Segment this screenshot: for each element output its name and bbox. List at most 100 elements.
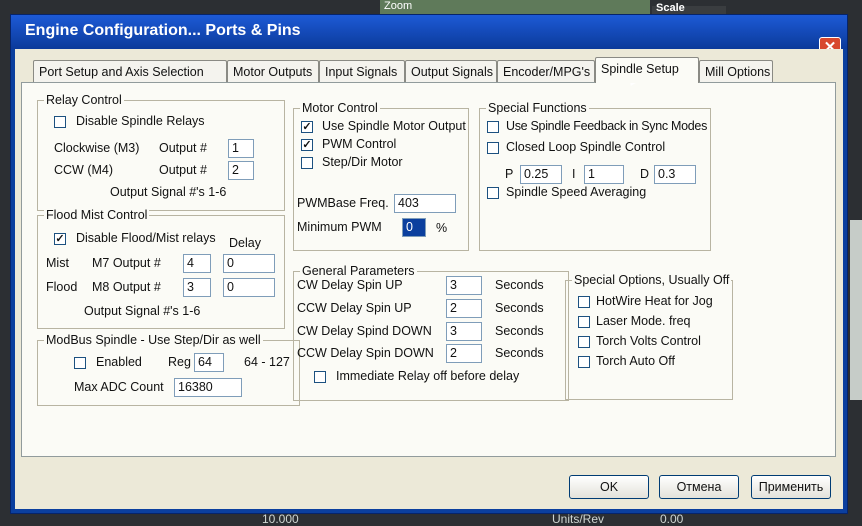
step-dir-label: Step/Dir Motor (322, 155, 403, 169)
modbus-group: ModBus Spindle - Use Step/Dir as well En… (37, 333, 300, 406)
ok-button[interactable]: OK (569, 475, 649, 499)
cw-output-field[interactable]: 1 (228, 139, 254, 158)
d-field[interactable]: 0.3 (654, 165, 696, 184)
closed-loop-label: Closed Loop Spindle Control (506, 140, 666, 154)
background-top-strip (380, 0, 650, 14)
param-label-cw-down: CW Delay Spind DOWN (297, 324, 432, 338)
laser-mode-label: Laser Mode. freq (596, 314, 691, 328)
flood-mist-title: Flood Mist Control (44, 208, 150, 222)
torch-auto-off-checkbox[interactable] (578, 356, 590, 368)
param-field-ccw-up[interactable]: 2 (446, 299, 482, 318)
param-field-ccw-down[interactable]: 2 (446, 344, 482, 363)
disable-flood-mist-checkbox[interactable]: ✓ (54, 233, 66, 245)
background-right-panel (850, 220, 862, 400)
laser-mode-checkbox[interactable] (578, 316, 590, 328)
flood-mist-group: Flood Mist Control ✓ Disable Flood/Mist … (37, 208, 285, 329)
tab-input-signals[interactable]: Input Signals (319, 60, 405, 82)
pwm-base-field[interactable]: 403 (394, 194, 456, 213)
tab-port-setup[interactable]: Port Setup and Axis Selection (33, 60, 227, 82)
param-seconds-ccw-up: Seconds (495, 301, 544, 315)
disable-spindle-relays-checkbox[interactable] (54, 116, 66, 128)
p-label: P (505, 167, 514, 181)
hotwire-checkbox[interactable] (578, 296, 590, 308)
title-bar[interactable]: Engine Configuration... Ports & Pins (11, 15, 847, 49)
hotwire-label: HotWire Heat for Jog (596, 294, 713, 308)
background-zoom-label: Zoom (384, 0, 413, 12)
special-options-group: Special Options, Usually Off HotWire Hea… (565, 273, 733, 400)
special-options-title: Special Options, Usually Off (572, 273, 732, 287)
i-field[interactable]: 1 (584, 165, 624, 184)
param-seconds-cw-up: Seconds (495, 278, 544, 292)
torch-volts-checkbox[interactable] (578, 336, 590, 348)
modbus-enabled-label: Enabled (96, 355, 142, 369)
motor-control-group: Motor Control ✓ Use Spindle Motor Output… (293, 101, 469, 251)
mist-output-field[interactable]: 4 (183, 254, 211, 273)
sync-feedback-checkbox[interactable] (487, 121, 499, 133)
apply-button[interactable]: Применить (751, 475, 831, 499)
background-bottom-value-2: 0.00 (660, 512, 684, 526)
min-pwm-field[interactable]: 0 (402, 218, 426, 237)
torch-volts-label: Torch Volts Control (596, 334, 701, 348)
pwm-base-label: PWMBase Freq. (297, 196, 389, 210)
flood-signals-note: Output Signal #'s 1-6 (84, 304, 201, 318)
mist-label: Mist (46, 256, 69, 270)
d-label: D (640, 167, 650, 181)
relay-signals-note: Output Signal #'s 1-6 (110, 185, 227, 199)
tab-mill-options[interactable]: Mill Options (699, 60, 773, 82)
tab-spindle-setup[interactable]: Spindle Setup (595, 57, 699, 83)
param-label-ccw-down: CCW Delay Spin DOWN (297, 346, 434, 360)
tab-encoder-mpg[interactable]: Encoder/MPG's (497, 60, 595, 82)
window-title: Engine Configuration... Ports & Pins (25, 22, 301, 39)
percent-label: % (436, 221, 448, 235)
i-label: I (572, 167, 576, 181)
immediate-relay-checkbox[interactable] (314, 371, 326, 383)
param-seconds-cw-down: Seconds (495, 324, 544, 338)
flood-label: Flood (46, 280, 78, 294)
step-dir-checkbox[interactable] (301, 157, 313, 169)
motor-control-title: Motor Control (300, 101, 380, 115)
flood-output-field[interactable]: 3 (183, 278, 211, 297)
tab-motor-outputs[interactable]: Motor Outputs (227, 60, 319, 82)
modbus-reg-field[interactable]: 64 (194, 353, 224, 372)
relay-control-title: Relay Control (44, 93, 124, 107)
max-adc-field[interactable]: 16380 (174, 378, 242, 397)
param-label-cw-up: CW Delay Spin UP (297, 278, 403, 292)
closed-loop-checkbox[interactable] (487, 142, 499, 154)
sync-feedback-label: Use Spindle Feedback in Sync Modes (506, 119, 708, 133)
special-functions-group: Special Functions Use Spindle Feedback i… (479, 101, 711, 251)
background-bottom-value-1: 10.000 (262, 512, 299, 526)
pwm-control-checkbox[interactable]: ✓ (301, 139, 313, 151)
param-field-cw-down[interactable]: 3 (446, 322, 482, 341)
use-spindle-output-checkbox[interactable]: ✓ (301, 121, 313, 133)
disable-spindle-relays-label: Disable Spindle Relays (76, 114, 205, 128)
torch-auto-off-label: Torch Auto Off (596, 354, 675, 368)
ccw-output-field[interactable]: 2 (228, 161, 254, 180)
tab-output-signals[interactable]: Output Signals (405, 60, 497, 82)
engine-config-window: Engine Configuration... Ports & Pins ✕ P… (10, 14, 848, 514)
cancel-button[interactable]: Отмена (659, 475, 739, 499)
param-field-cw-up[interactable]: 3 (446, 276, 482, 295)
speed-averaging-checkbox[interactable] (487, 187, 499, 199)
cw-label: Clockwise (M3) (54, 141, 140, 155)
delay-label: Delay (229, 236, 261, 250)
special-functions-title: Special Functions (486, 101, 589, 115)
pwm-control-label: PWM Control (322, 137, 397, 151)
dialog-client-area: Port Setup and Axis Selection Motor Outp… (15, 49, 843, 509)
background-scale-label: Scale (656, 2, 685, 14)
spindle-setup-panel: Relay Control Disable Spindle Relays Clo… (21, 82, 836, 457)
relay-control-group: Relay Control Disable Spindle Relays Clo… (37, 93, 285, 211)
use-spindle-output-label: Use Spindle Motor Output (322, 119, 466, 133)
speed-averaging-label: Spindle Speed Averaging (506, 185, 647, 199)
modbus-title: ModBus Spindle - Use Step/Dir as well (44, 333, 263, 347)
param-label-ccw-up: CCW Delay Spin UP (297, 301, 412, 315)
max-adc-label: Max ADC Count (74, 380, 164, 394)
mist-output-label: M7 Output # (92, 256, 161, 270)
param-seconds-ccw-down: Seconds (495, 346, 544, 360)
immediate-relay-label: Immediate Relay off before delay (336, 369, 520, 383)
ccw-output-label: Output # (159, 163, 207, 177)
mist-delay-field[interactable]: 0 (223, 254, 275, 273)
modbus-enabled-checkbox[interactable] (74, 357, 86, 369)
flood-delay-field[interactable]: 0 (223, 278, 275, 297)
p-field[interactable]: 0.25 (520, 165, 562, 184)
cw-output-label: Output # (159, 141, 207, 155)
